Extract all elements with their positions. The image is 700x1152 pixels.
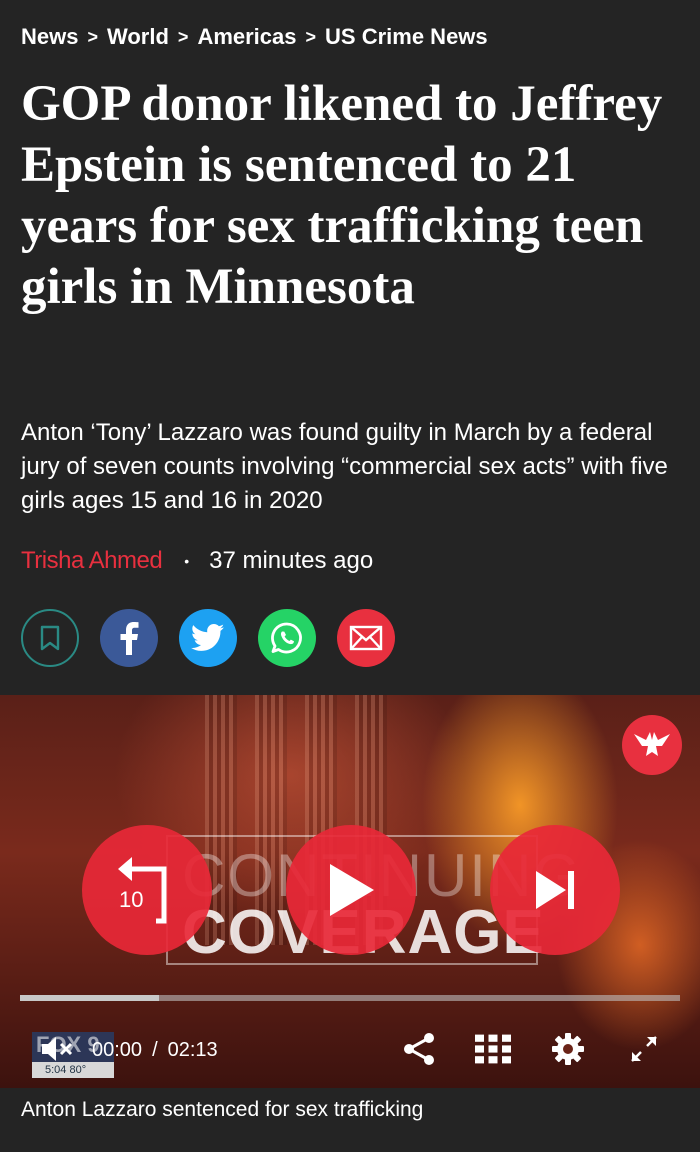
fullscreen-button[interactable] — [626, 1031, 662, 1067]
eagle-icon — [634, 732, 670, 756]
current-time: 00:00 — [92, 1039, 143, 1061]
video-caption: Anton Lazzaro sentenced for sex traffick… — [21, 1098, 424, 1121]
bookmark-icon — [40, 625, 60, 651]
publisher-logo — [622, 715, 682, 775]
gear-icon — [552, 1033, 584, 1065]
byline-bullet: • — [184, 553, 190, 569]
rewind-seconds-label: 10 — [119, 887, 144, 912]
author-link[interactable]: Trisha Ahmed — [21, 547, 163, 575]
video-share-button[interactable] — [401, 1031, 437, 1067]
expand-icon — [631, 1036, 657, 1062]
progress-bar-played — [20, 995, 159, 1001]
share-bar — [21, 609, 395, 667]
station-badge-ticker: 5:04 80° — [32, 1062, 114, 1078]
breadcrumb-news[interactable]: News — [21, 24, 78, 50]
email-share-button[interactable] — [337, 609, 395, 667]
breadcrumb-separator: > — [177, 26, 189, 47]
facebook-icon — [120, 622, 139, 655]
breadcrumb-separator: > — [305, 26, 317, 47]
whatsapp-share-button[interactable] — [258, 609, 316, 667]
next-video-button[interactable] — [490, 825, 620, 955]
playlist-button[interactable] — [475, 1031, 511, 1067]
rewind-10-button[interactable]: 10 — [82, 825, 212, 955]
breadcrumb: News > World > Americas > US Crime News — [21, 22, 488, 52]
rewind-icon — [118, 857, 167, 924]
skip-next-icon — [536, 871, 574, 909]
byline: Trisha Ahmed • 37 minutes ago — [21, 544, 373, 578]
speaker-muted-icon — [42, 1037, 73, 1061]
breadcrumb-separator: > — [87, 26, 98, 47]
breadcrumb-world[interactable]: World — [107, 24, 169, 50]
whatsapp-icon — [271, 622, 302, 654]
bookmark-button[interactable] — [21, 609, 79, 667]
breadcrumb-us-crime-news[interactable]: US Crime News — [325, 24, 488, 50]
mute-button[interactable] — [40, 1035, 74, 1063]
time-separator: / — [152, 1039, 158, 1061]
duration: 02:13 — [167, 1039, 218, 1061]
twitter-share-button[interactable] — [179, 609, 237, 667]
publish-time: 37 minutes ago — [209, 547, 374, 574]
settings-button[interactable] — [550, 1031, 586, 1067]
article-headline: GOP donor likened to Jeffrey Epstein is … — [21, 76, 663, 315]
twitter-icon — [191, 624, 225, 651]
play-button[interactable] — [286, 825, 416, 955]
video-player[interactable]: CONTINUING COVERAGE 10 FOX 9 5:04 80° 00… — [0, 695, 700, 1088]
facebook-share-button[interactable] — [100, 609, 158, 667]
email-icon — [349, 625, 383, 651]
progress-bar[interactable] — [20, 995, 680, 1001]
play-icon — [330, 864, 374, 916]
breadcrumb-americas[interactable]: Americas — [197, 24, 296, 50]
share-icon — [404, 1033, 434, 1065]
time-display: 00:00 / 02:13 — [92, 1038, 218, 1062]
grid-icon — [475, 1034, 511, 1064]
article-standfirst: Anton ‘Tony’ Lazzaro was found guilty in… — [21, 419, 668, 514]
